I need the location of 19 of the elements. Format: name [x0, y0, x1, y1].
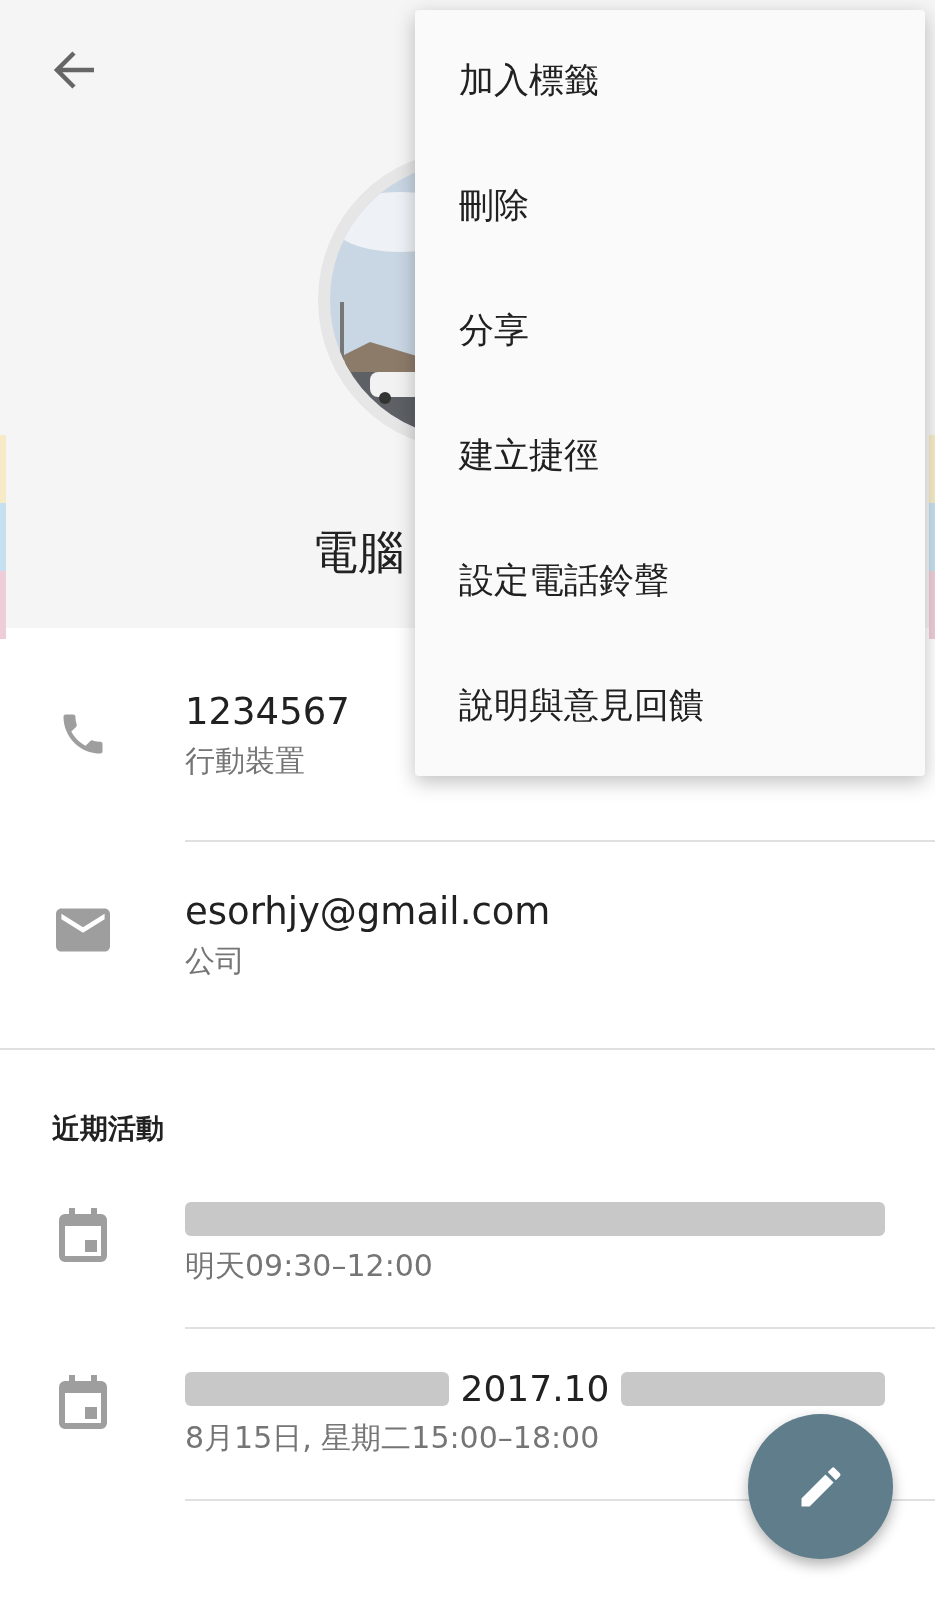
contact-value: esorhjy@gmail.com	[185, 890, 551, 933]
contact-label: 公司	[185, 942, 245, 980]
edit-button[interactable]	[748, 1414, 893, 1559]
contact-value: 1234567	[185, 690, 350, 733]
mail-icon	[55, 908, 110, 952]
menu-item[interactable]: 加入標籤	[415, 18, 925, 143]
contact-name: 電腦	[312, 524, 404, 581]
menu-item[interactable]: 設定電話鈴聲	[415, 518, 925, 643]
event-time: 明天09:30–12:00	[185, 1247, 433, 1285]
menu-item[interactable]: 刪除	[415, 143, 925, 268]
menu-item[interactable]: 分享	[415, 268, 925, 393]
event-time: 8月15日, 星期二15:00–18:00	[185, 1419, 600, 1458]
section-title: 近期活動	[51, 1111, 165, 1147]
calendar-icon	[58, 1208, 107, 1262]
menu-item[interactable]: 建立捷徑	[415, 393, 925, 518]
event-title: 2017.10	[460, 1367, 610, 1411]
calendar-icon	[58, 1375, 107, 1429]
menu-item[interactable]: 說明與意見回饋	[415, 643, 925, 768]
contact-label: 行動裝置	[185, 742, 305, 780]
